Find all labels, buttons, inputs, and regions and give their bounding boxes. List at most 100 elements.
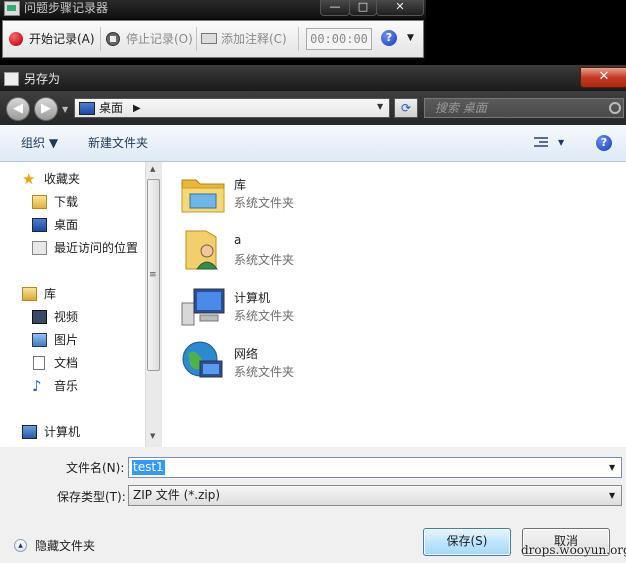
save-button[interactable]: 保存(S) (423, 528, 511, 556)
navigation-bar: ◀ ▶ ▼ 桌面 ▶ ▼ ⟳ 搜索 桌面 (0, 91, 626, 125)
filename-label: 文件名(N): (66, 461, 125, 475)
separator (298, 27, 299, 51)
sidebar-label: 桌面 (54, 218, 79, 232)
minimize-button[interactable]: — (320, 0, 350, 16)
item-name: a (234, 233, 242, 247)
organize-button[interactable]: 组织 ▼ (21, 125, 58, 161)
downloads-folder-icon (32, 195, 47, 209)
sidebar-label: 音乐 (54, 379, 79, 393)
list-item[interactable]: 库 系统文件夹 (162, 166, 462, 222)
network-icon (182, 341, 223, 378)
view-dropdown-icon[interactable]: ▼ (558, 138, 564, 147)
psr-menu-dropdown-icon[interactable]: ▼ (407, 33, 414, 43)
star-icon: ★ (22, 170, 36, 188)
item-name: 库 (234, 178, 247, 192)
start-record-button[interactable]: 开始记录(A) (9, 29, 101, 49)
sidebar-label: 库 (44, 287, 57, 301)
separator (196, 27, 197, 51)
steps-recorder-title: 问题步骤记录器 (24, 1, 109, 15)
item-type: 系统文件夹 (234, 309, 295, 323)
recent-places-icon (32, 241, 47, 255)
steps-recorder-titlebar: 问题步骤记录器 — □ ✕ (0, 0, 426, 18)
address-location[interactable]: 桌面 (99, 100, 123, 117)
sidebar-scrollbar[interactable]: ▲ ≡ ▼ (145, 162, 162, 447)
dialog-titlebar: 另存为 ✕ (0, 65, 626, 91)
filetype-label: 保存类型(T): (57, 490, 126, 504)
search-icon[interactable] (609, 102, 621, 114)
list-item[interactable]: 计算机 系统文件夹 (162, 279, 462, 335)
hide-folders-label: 隐藏文件夹 (35, 539, 96, 553)
watermark-text: drops.wooyun.org (521, 543, 626, 557)
dialog-title: 另存为 (24, 72, 61, 86)
item-type: 系统文件夹 (234, 365, 295, 379)
address-dropdown-icon[interactable]: ▼ (377, 102, 383, 111)
dialog-close-button[interactable]: ✕ (580, 67, 626, 88)
navigation-pane: ★ 收藏夹 下载 桌面 最近访问的位置 库 视频 图片 文档 ♪ 音乐 计算机 (0, 162, 162, 447)
command-toolbar: 组织 ▼ 新建文件夹 ▼ ? (0, 125, 626, 162)
music-icon: ♪ (32, 377, 42, 395)
help-icon[interactable]: ? (596, 135, 612, 151)
recording-timer: 00:00:00 (306, 28, 372, 50)
help-icon[interactable]: ? (381, 30, 397, 46)
stop-record-label: 停止记录(O) (126, 32, 193, 46)
sidebar-label: 最近访问的位置 (54, 241, 139, 255)
item-name: 计算机 (234, 291, 271, 305)
search-placeholder: 搜索 桌面 (435, 101, 487, 115)
maximize-button[interactable]: □ (349, 0, 377, 16)
steps-recorder-toolbar: 开始记录(A) 停止记录(O) 添加注释(C) 00:00:00 ? ▼ (2, 20, 424, 58)
pictures-icon (32, 333, 47, 347)
item-type: 系统文件夹 (234, 196, 295, 210)
user-folder-icon (185, 230, 218, 270)
forward-button[interactable]: ▶ (34, 97, 58, 121)
breadcrumb-chevron-icon[interactable]: ▶ (133, 100, 141, 117)
new-folder-button[interactable]: 新建文件夹 (88, 125, 148, 161)
sidebar-label: 视频 (54, 310, 79, 324)
videos-icon (32, 310, 47, 324)
sidebar-label: 图片 (54, 333, 79, 347)
dialog-app-icon (4, 72, 19, 86)
back-button[interactable]: ◀ (6, 97, 30, 121)
sidebar-label: 下载 (54, 195, 79, 209)
desktop-icon (32, 218, 47, 232)
item-name: 网络 (234, 347, 259, 361)
item-type: 系统文件夹 (234, 253, 295, 267)
filename-dropdown-icon[interactable]: ▼ (609, 463, 615, 472)
collapse-icon: ▲ (14, 539, 27, 552)
steps-recorder-window: 问题步骤记录器 — □ ✕ 开始记录(A) 停止记录(O) 添加注释(C) 00… (0, 0, 426, 60)
scroll-down-icon[interactable]: ▼ (150, 432, 155, 440)
stop-record-button[interactable]: 停止记录(O) (106, 29, 196, 49)
start-record-label: 开始记录(A) (29, 32, 95, 46)
list-item[interactable]: 网络 系统文件夹 (162, 335, 462, 391)
library-folder-icon (181, 179, 225, 213)
history-dropdown-icon[interactable]: ▼ (62, 105, 68, 114)
filetype-dropdown-icon[interactable]: ▼ (609, 491, 615, 500)
libraries-icon (22, 287, 37, 301)
filename-field[interactable]: test1 ▼ (128, 457, 622, 478)
computer-icon (22, 425, 37, 439)
record-icon (9, 32, 23, 46)
save-as-dialog: 另存为 ✕ ◀ ▶ ▼ 桌面 ▶ ▼ ⟳ 搜索 桌面 组织 ▼ 新建文件夹 ▼ … (0, 65, 626, 563)
add-comment-button[interactable]: 添加注释(C) (201, 29, 293, 49)
filetype-select[interactable]: ZIP 文件 (*.zip) ▼ (128, 485, 622, 506)
sidebar-label: 文档 (54, 356, 79, 370)
computer-icon (181, 288, 225, 326)
filename-value[interactable]: test1 (132, 460, 165, 475)
sidebar-label: 计算机 (44, 425, 81, 439)
documents-icon (33, 356, 45, 370)
separator (100, 27, 101, 51)
view-options-icon[interactable] (534, 137, 548, 148)
scroll-up-icon[interactable]: ▲ (150, 165, 155, 173)
list-item[interactable]: a 系统文件夹 (162, 223, 462, 279)
search-input[interactable]: 搜索 桌面 (424, 98, 624, 118)
sidebar-label: 收藏夹 (44, 172, 81, 186)
add-comment-label: 添加注释(C) (221, 32, 287, 46)
file-list: 库 系统文件夹 a 系统文件夹 计算机 系统文件夹 网络 系统文件夹 (162, 162, 626, 447)
scrollbar-grip-icon: ≡ (149, 270, 157, 280)
address-bar[interactable]: 桌面 ▶ ▼ (74, 98, 390, 118)
refresh-button[interactable]: ⟳ (394, 98, 418, 118)
close-button[interactable]: ✕ (376, 0, 424, 16)
stop-icon (106, 32, 120, 46)
comment-icon (201, 33, 217, 44)
steps-recorder-app-icon (4, 1, 20, 16)
filetype-value: ZIP 文件 (*.zip) (133, 488, 221, 502)
